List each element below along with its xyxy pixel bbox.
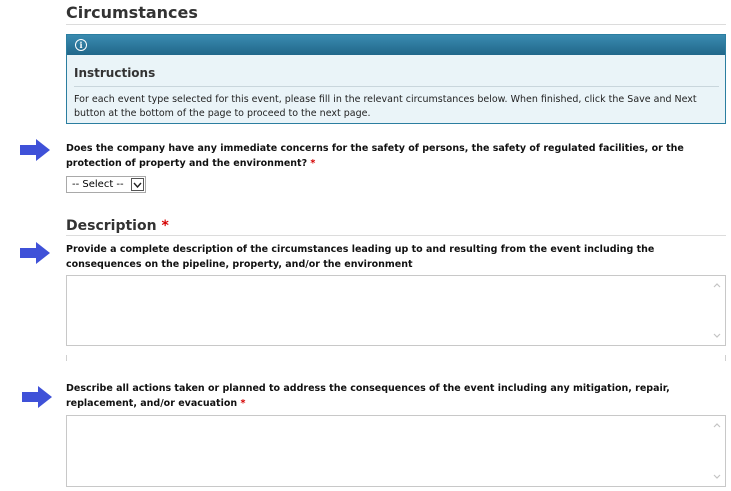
resize-handle (66, 355, 67, 361)
heading-divider (66, 24, 726, 25)
scroll-down-icon[interactable] (713, 333, 721, 338)
instructions-panel-header: i (67, 35, 725, 55)
textarea-scrollbar[interactable] (710, 417, 724, 485)
actions-taken-question: Describe all actions taken or planned to… (66, 381, 716, 411)
pointer-arrow-icon (20, 242, 50, 264)
pointer-arrow-icon (22, 386, 52, 408)
circumstances-heading: Circumstances (66, 3, 198, 22)
circumstances-description-label: Provide a complete description of the ci… (66, 244, 655, 270)
chevron-down-icon[interactable] (131, 178, 144, 191)
instructions-divider (74, 86, 719, 87)
description-divider (66, 235, 726, 236)
instructions-text: For each event type selected for this ev… (74, 94, 697, 119)
required-asterisk: * (161, 218, 169, 234)
pointer-arrow-icon (20, 139, 50, 161)
description-heading: Description * (66, 218, 169, 234)
safety-concern-question: Does the company have any immediate conc… (66, 141, 716, 171)
scroll-up-icon[interactable] (713, 423, 721, 428)
instructions-title: Instructions (74, 66, 156, 80)
info-icon: i (75, 39, 87, 51)
safety-concern-select[interactable]: -- Select -- (66, 176, 146, 193)
actions-taken-textarea[interactable] (66, 415, 726, 487)
scroll-up-icon[interactable] (713, 283, 721, 288)
instructions-panel: i Instructions For each event type selec… (66, 34, 726, 124)
actions-taken-label: Describe all actions taken or planned to… (66, 383, 670, 409)
textarea-scrollbar[interactable] (710, 277, 724, 344)
required-asterisk: * (240, 398, 246, 409)
required-asterisk: * (310, 158, 316, 169)
resize-handle (725, 355, 726, 361)
safety-concern-label: Does the company have any immediate conc… (66, 143, 684, 169)
circumstances-description-textarea[interactable] (66, 275, 726, 346)
select-value: -- Select -- (72, 179, 124, 190)
scroll-down-icon[interactable] (713, 474, 721, 479)
description-title: Description (66, 218, 157, 234)
